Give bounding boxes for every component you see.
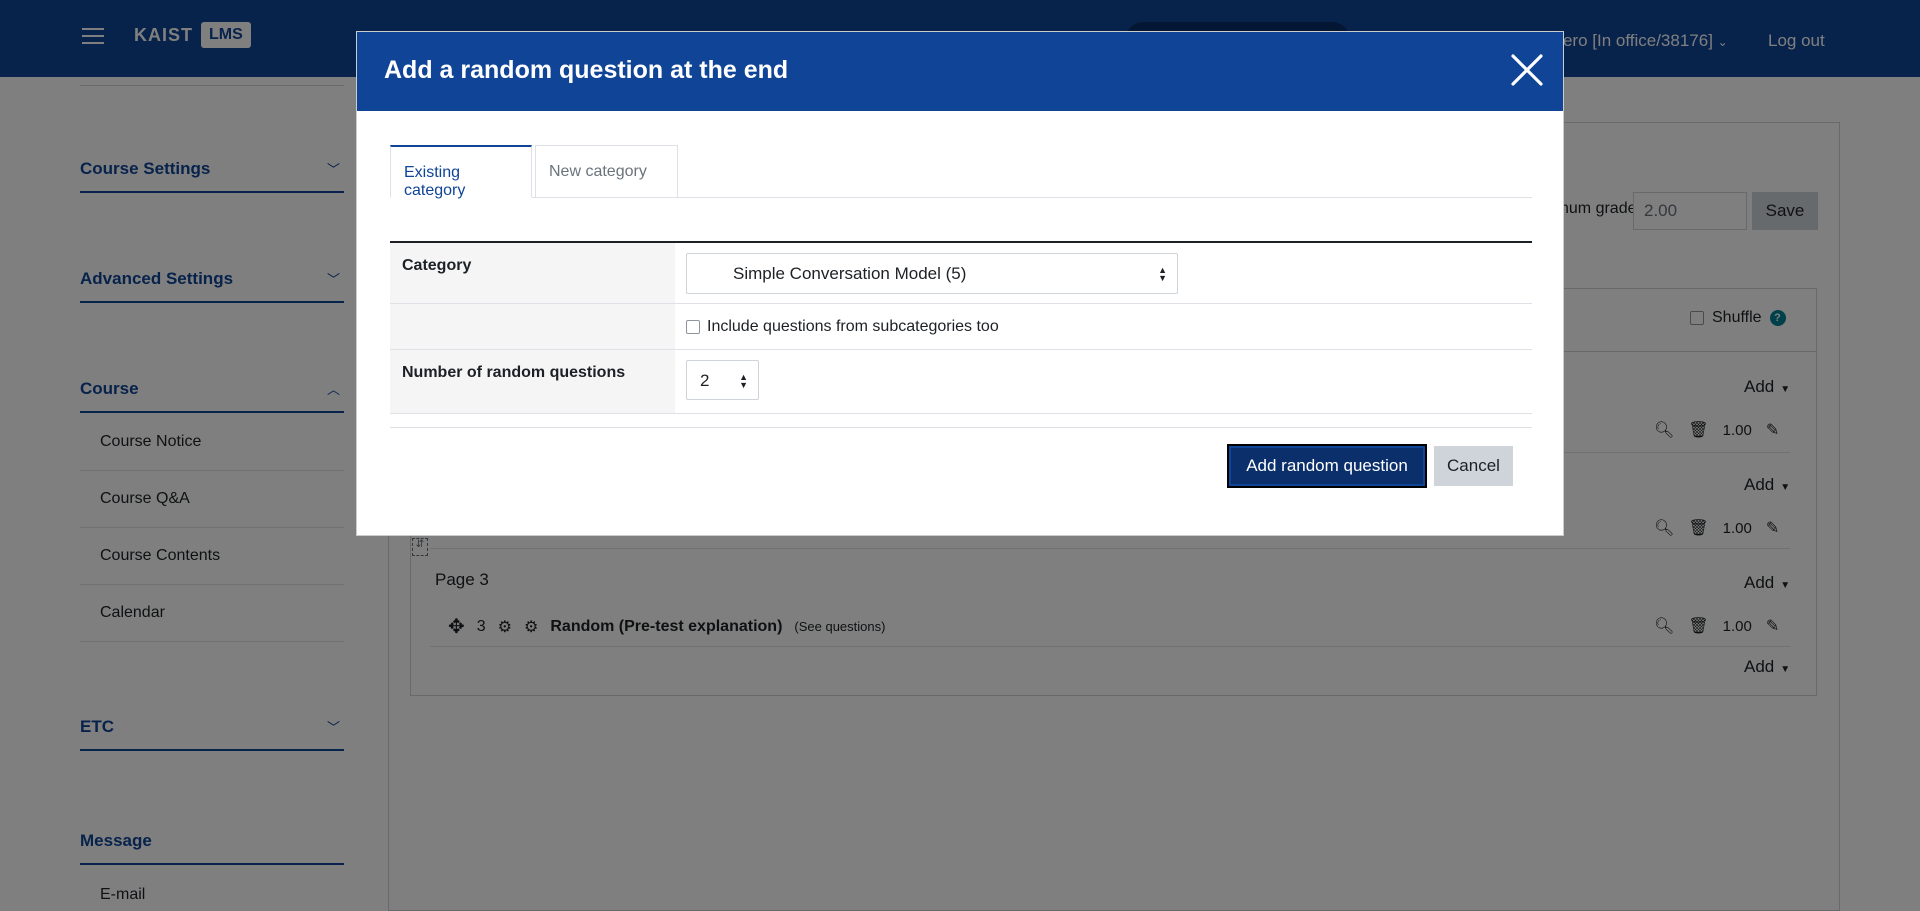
modal-title: Add a random question at the end xyxy=(384,56,789,84)
num-random-label-cell: Number of random questions xyxy=(390,350,675,413)
close-icon[interactable] xyxy=(1509,52,1545,88)
num-random-value: 2 xyxy=(700,371,710,390)
num-random-row: Number of random questions 2 ▲ ▼ xyxy=(390,350,1532,414)
tab-new-category[interactable]: New category xyxy=(535,145,678,198)
add-random-question-dialog: Add a random question at the end Existin… xyxy=(356,31,1564,536)
category-select[interactable]: Simple Conversation Model (5) ▲ ▼ xyxy=(686,253,1178,294)
divider xyxy=(390,427,1532,428)
category-label: Category xyxy=(402,257,472,274)
num-random-label: Number of random questions xyxy=(402,364,626,381)
include-subcategories-label: Include questions from subcategories too xyxy=(707,318,999,335)
empty-label-cell xyxy=(390,304,675,349)
subcategories-control: Include questions from subcategories too xyxy=(686,318,999,336)
tab-existing-category[interactable]: Existing category xyxy=(390,145,532,199)
modal-header: Add a random question at the end xyxy=(357,32,1563,111)
select-arrows-icon: ▲ ▼ xyxy=(739,372,748,390)
cancel-button[interactable]: Cancel xyxy=(1434,446,1513,486)
subcategories-row: Include questions from subcategories too xyxy=(390,304,1532,350)
add-random-question-button[interactable]: Add random question xyxy=(1227,444,1427,488)
category-tabs: Existing category New category xyxy=(390,145,1532,199)
category-row: Category Simple Conversation Model (5) ▲… xyxy=(390,243,1532,304)
category-label-cell: Category xyxy=(390,243,675,303)
num-random-select[interactable]: 2 ▲ ▼ xyxy=(686,360,759,400)
category-select-value: Simple Conversation Model (5) xyxy=(733,264,967,283)
include-subcategories-checkbox[interactable] xyxy=(686,320,700,334)
select-arrows-icon: ▲ ▼ xyxy=(1158,265,1167,283)
